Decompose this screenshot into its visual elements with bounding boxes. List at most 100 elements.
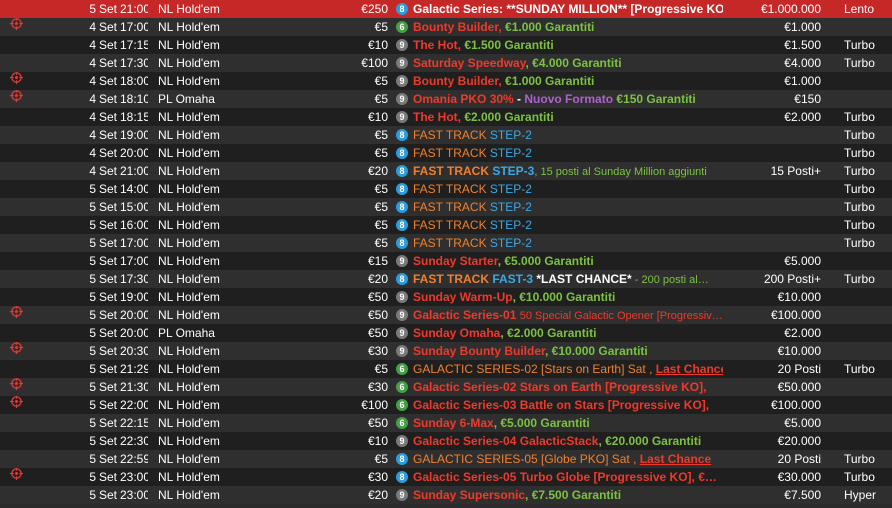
tournament-title[interactable]: Bounty Builder, €1.000 Garantiti xyxy=(413,18,723,36)
buy-in: €10 xyxy=(367,110,388,124)
tournament-title[interactable]: Sunday Supersonic, €7.500 Garantiti xyxy=(413,486,723,504)
prize-pool: 15 Posti+ xyxy=(770,164,821,178)
tournament-title[interactable]: Galactic Series-03 Battle on Stars [Prog… xyxy=(413,396,723,414)
tournament-row[interactable]: 4 Set 18:15 NL Hold'em €10 9 The Hot, €2.000 G… xyxy=(0,108,892,126)
tournament-title[interactable]: Saturday Speedway, €4.000 Garantiti xyxy=(413,54,723,72)
title-segment: FAST TRACK xyxy=(413,272,493,286)
tournament-row[interactable]: 5 Set 17:00 NL Hold'em €5 8 FAST TRACK STEP-2 T… xyxy=(0,234,892,252)
title-segment: €1.500 Garantiti xyxy=(464,38,554,52)
tournament-row[interactable]: 4 Set 20:00 NL Hold'em €5 8 FAST TRACK STEP-2 T… xyxy=(0,144,892,162)
tournament-title[interactable]: GALACTIC SERIES-02 [Stars on Earth] Sat … xyxy=(413,360,723,378)
table-size-badge: 9 xyxy=(396,344,408,357)
start-day: 5 xyxy=(89,380,96,394)
tournament-title[interactable]: Sunday Omaha, €2.000 Garantiti xyxy=(413,324,723,342)
table-size-badge: 9 xyxy=(396,488,408,501)
row-icon-cell xyxy=(10,378,26,396)
tournament-title[interactable]: Omania PKO 30% - Nuovo Formato €150 Gara… xyxy=(413,90,723,108)
buy-in: €5 xyxy=(374,200,388,214)
tournament-row[interactable]: 5 Set 22:00 NL Hold'em €100 6 Galactic Series-… xyxy=(0,396,892,414)
start-time: 16:00 xyxy=(120,218,148,232)
tournament-title[interactable]: Sunday Warm-Up, €10.000 Garantiti xyxy=(413,288,723,306)
tournament-row[interactable]: 4 Set 18:00 NL Hold'em €5 9 Bounty Builder, €1… xyxy=(0,72,892,90)
table-size-badge: 8 xyxy=(396,470,408,483)
tournament-row[interactable]: 5 Set 23:00 NL Hold'em €30 8 Galactic Series-0… xyxy=(0,468,892,486)
tournament-title[interactable]: FAST TRACK FAST-3 *LAST CHANCE* - 200 po… xyxy=(413,270,723,288)
start-month: Set xyxy=(99,362,118,376)
tournament-title[interactable]: Galactic Series-02 Stars on Earth [Progr… xyxy=(413,378,723,396)
tournament-row[interactable]: 5 Set 14:00 NL Hold'em €5 8 FAST TRACK STEP-2 T… xyxy=(0,180,892,198)
buy-in: €20 xyxy=(367,272,388,286)
prize-pool: 20 Posti xyxy=(777,452,821,466)
tournament-title[interactable]: FAST TRACK STEP-2 xyxy=(413,216,723,234)
title-segment: €2.000 Garantiti xyxy=(464,110,554,124)
tournament-title[interactable]: Sunday Starter, €5.000 Garantiti xyxy=(413,252,723,270)
start-day: 4 xyxy=(89,92,96,106)
tournament-row[interactable]: 5 Set 21:00 NL Hold'em €250 8 Galactic Series:… xyxy=(0,0,892,18)
prize-pool: €100.000 xyxy=(770,308,821,322)
tournament-row[interactable]: 4 Set 18:10 PL Omaha €5 9 Omania PKO 30% - Nuo… xyxy=(0,90,892,108)
tournament-row[interactable]: 5 Set 20:00 PL Omaha €50 9 Sunday Omaha, €2.00… xyxy=(0,324,892,342)
prize-pool: €1.500 xyxy=(784,38,821,52)
tournament-row[interactable]: 5 Set 21:29 NL Hold'em €5 6 GALACTIC SERIES-02… xyxy=(0,360,892,378)
start-time: 15:00 xyxy=(120,200,148,214)
tournament-title[interactable]: FAST TRACK STEP-2 xyxy=(413,144,723,162)
game-type: NL Hold'em xyxy=(158,452,220,466)
table-size-badge: 8 xyxy=(396,272,408,285)
tournament-title[interactable]: Bounty Builder, €1.000 Garantiti xyxy=(413,72,723,90)
target-icon xyxy=(10,468,23,485)
tournament-title[interactable]: FAST TRACK STEP-2 xyxy=(413,180,723,198)
tournament-row[interactable]: 5 Set 16:00 NL Hold'em €5 8 FAST TRACK STEP-2 T… xyxy=(0,216,892,234)
tournament-row[interactable]: 5 Set 22:30 NL Hold'em €10 9 Galactic Series-0… xyxy=(0,432,892,450)
tournament-title[interactable]: FAST TRACK STEP-3, 15 posti al Sunday Mi… xyxy=(413,162,723,180)
row-icon-cell xyxy=(10,234,26,252)
tournament-row[interactable]: 5 Set 17:00 NL Hold'em €15 9 Sunday Starter, €… xyxy=(0,252,892,270)
badge-cell: 8 xyxy=(396,234,410,252)
tournament-title[interactable]: The Hot, €1.500 Garantiti xyxy=(413,36,723,54)
tournament-title[interactable]: Galactic Series-04 GalacticStack, €20.00… xyxy=(413,432,723,450)
start-time: 17:15 xyxy=(120,38,148,52)
start-month: Set xyxy=(99,344,118,358)
tournament-row[interactable]: 5 Set 17:30 NL Hold'em €20 8 FAST TRACK FAST-3… xyxy=(0,270,892,288)
tournament-row[interactable]: 5 Set 20:30 NL Hold'em €30 9 Sunday Bounty Bui… xyxy=(0,342,892,360)
start-month: Set xyxy=(99,74,118,88)
tournament-row[interactable]: 5 Set 22:59 NL Hold'em €5 8 GALACTIC SERIES-05… xyxy=(0,450,892,468)
speed-label: Turbo xyxy=(844,236,875,250)
speed-label: Lento xyxy=(844,2,875,16)
tournament-row[interactable]: 5 Set 19:00 NL Hold'em €50 9 Sunday Warm-Up, €… xyxy=(0,288,892,306)
tournament-row[interactable]: 4 Set 19:00 NL Hold'em €5 8 FAST TRACK STEP-2 T… xyxy=(0,126,892,144)
prize-pool: €1.000.000 xyxy=(760,2,821,16)
tournament-row[interactable]: 4 Set 21:00 NL Hold'em €20 8 FAST TRACK STEP-3… xyxy=(0,162,892,180)
tournament-title[interactable]: Galactic Series: **SUNDAY MILLION** [Pro… xyxy=(413,0,723,18)
start-day: 5 xyxy=(89,398,96,412)
prize-pool: 20 Posti xyxy=(777,362,821,376)
tournament-row[interactable]: 4 Set 17:00 NL Hold'em €5 6 Bounty Builder, €1… xyxy=(0,18,892,36)
tournament-title[interactable]: FAST TRACK STEP-2 xyxy=(413,126,723,144)
tournament-title[interactable]: Sunday Bounty Builder, €10.000 Garantiti xyxy=(413,342,723,360)
tournament-row[interactable]: 4 Set 17:15 NL Hold'em €10 9 The Hot, €1.500 G… xyxy=(0,36,892,54)
title-segment: FAST TRACK xyxy=(413,164,493,178)
game-type: NL Hold'em xyxy=(158,128,220,142)
badge-cell: 9 xyxy=(396,108,410,126)
target-icon xyxy=(10,18,23,35)
tournament-row[interactable]: 4 Set 17:30 NL Hold'em €100 9 Saturday Speedwa… xyxy=(0,54,892,72)
tournament-title[interactable]: Galactic Series-01 50 Special Galactic O… xyxy=(413,306,723,324)
buy-in: €15 xyxy=(367,254,388,268)
prize-pool xyxy=(700,126,821,144)
tournament-title[interactable]: FAST TRACK STEP-2 xyxy=(413,198,723,216)
tournament-row[interactable]: 5 Set 21:30 NL Hold'em €30 6 Galactic Series-0… xyxy=(0,378,892,396)
start-time: 22:00 xyxy=(120,398,148,412)
tournament-title[interactable]: The Hot, €2.000 Garantiti xyxy=(413,108,723,126)
tournament-row[interactable]: 5 Set 22:15 NL Hold'em €50 6 Sunday 6-Max, €5.… xyxy=(0,414,892,432)
tournament-title[interactable]: Galactic Series-05 Turbo Globe [Progress… xyxy=(413,468,723,486)
tournament-row[interactable]: 5 Set 23:00 NL Hold'em €20 9 Sunday Supersonic… xyxy=(0,486,892,504)
prize-pool: €7.500 xyxy=(784,488,821,502)
tournament-title[interactable]: GALACTIC SERIES-05 [Globe PKO] Sat , Las… xyxy=(413,450,723,468)
tournament-row[interactable]: 5 Set 20:00 NL Hold'em €50 9 Galactic Series-0… xyxy=(0,306,892,324)
tournament-title[interactable]: FAST TRACK STEP-2 xyxy=(413,234,723,252)
game-type: NL Hold'em xyxy=(158,308,220,322)
title-segment: FAST TRACK xyxy=(413,146,490,160)
tournament-row[interactable]: 5 Set 15:00 NL Hold'em €5 8 FAST TRACK STEP-2 T… xyxy=(0,198,892,216)
buy-in: €5 xyxy=(374,182,388,196)
tournament-title[interactable]: Sunday 6-Max, €5.000 Garantiti xyxy=(413,414,723,432)
speed-label xyxy=(844,414,890,432)
